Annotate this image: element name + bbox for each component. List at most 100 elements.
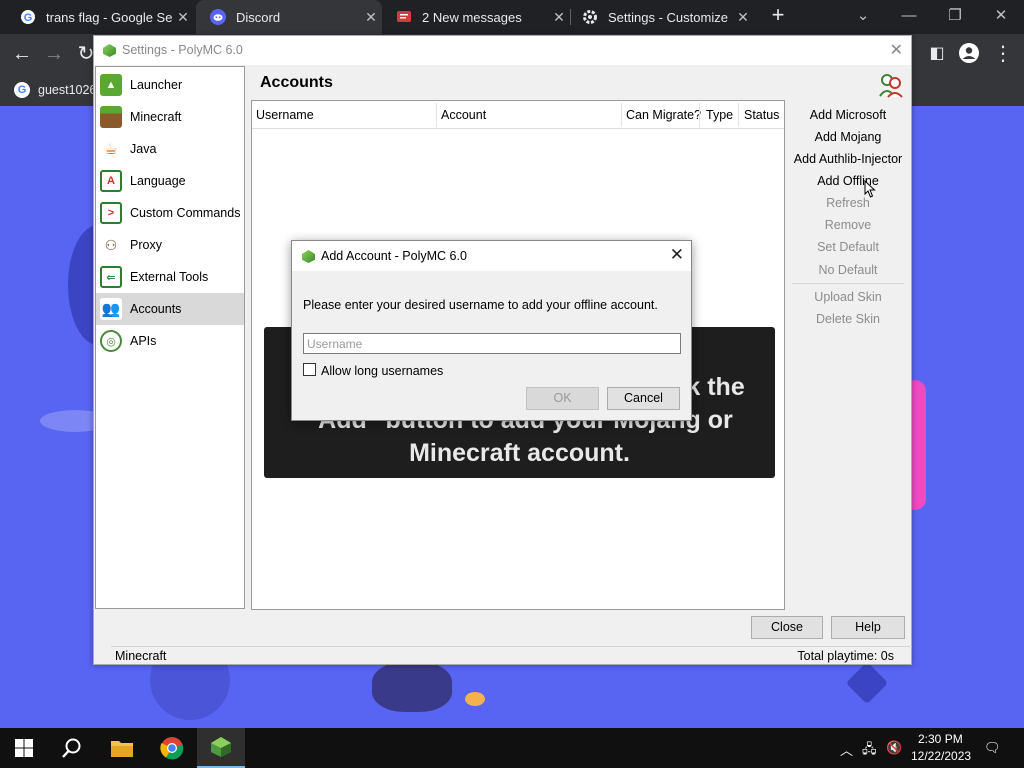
close-icon[interactable]: ✕: [172, 9, 194, 26]
set-default-button[interactable]: Set Default: [788, 237, 908, 257]
sidebar-item-language[interactable]: A Language: [96, 165, 244, 197]
column-divider: [738, 103, 739, 127]
sidebar-item-label: Proxy: [130, 238, 162, 252]
chrome-icon[interactable]: [148, 728, 196, 768]
close-icon[interactable]: ✕: [548, 9, 570, 26]
clock-time[interactable]: 2:30 PM: [918, 732, 963, 746]
tab-google[interactable]: G trans flag - Google Sea ✕: [6, 0, 194, 34]
username-input[interactable]: [303, 333, 681, 354]
allow-long-usernames-checkbox[interactable]: [303, 363, 316, 376]
close-icon[interactable]: ✕: [360, 9, 382, 26]
minimize-icon[interactable]: —: [886, 0, 932, 34]
dialog-message: Please enter your desired username to ad…: [303, 298, 658, 312]
new-tab-button[interactable]: +: [766, 4, 790, 28]
window-title: Settings - PolyMC 6.0: [122, 43, 243, 57]
profile-avatar-icon[interactable]: [956, 42, 982, 68]
terminal-icon: >: [100, 202, 122, 224]
minecraft-icon: [100, 106, 122, 128]
add-authlib-injector-button[interactable]: Add Authlib-Injector: [788, 149, 908, 169]
java-icon: ☕: [100, 138, 122, 160]
browser-tab-strip: G trans flag - Google Sea ✕ Discord ✕ 2 …: [0, 0, 1024, 34]
svg-text:G: G: [24, 12, 33, 24]
remove-button[interactable]: Remove: [788, 215, 908, 235]
polymc-icon: [302, 250, 315, 263]
divider: [792, 283, 904, 284]
back-arrow-icon[interactable]: ←: [9, 42, 35, 68]
add-mojang-button[interactable]: Add Mojang: [788, 127, 908, 147]
forward-arrow-icon[interactable]: →: [41, 42, 67, 68]
add-offline-button[interactable]: Add Offline: [788, 171, 908, 191]
tab-settings[interactable]: Settings - Customize p ✕: [568, 0, 754, 34]
column-divider: [436, 103, 437, 127]
upload-skin-button[interactable]: Upload Skin: [788, 287, 908, 307]
column-header[interactable]: Can Migrate?: [626, 108, 701, 122]
tab-search-chevron-icon[interactable]: ⌄: [840, 0, 886, 34]
file-explorer-icon[interactable]: [98, 728, 146, 768]
status-bar: Minecraft Total playtime: 0s: [111, 646, 912, 665]
sidebar-item-label: Minecraft: [130, 110, 182, 124]
sidebar-item-label: Custom Commands: [130, 206, 241, 220]
column-header[interactable]: Username: [256, 108, 314, 122]
tab-messages[interactable]: 2 New messages ✕: [382, 0, 570, 34]
show-hidden-icons-chevron-icon[interactable]: ︿: [840, 740, 853, 759]
accounts-icon: 👥: [100, 298, 122, 320]
sidebar-item-accounts[interactable]: 👥 Accounts: [96, 293, 244, 325]
background-blob: [465, 692, 485, 706]
tab-title: trans flag - Google Sea: [46, 9, 172, 25]
ok-button[interactable]: OK: [526, 387, 599, 410]
sidebar-item-java[interactable]: ☕ Java: [96, 133, 244, 165]
dialog-title: Add Account - PolyMC 6.0: [321, 249, 467, 263]
network-icon[interactable]: 🖧: [862, 740, 877, 762]
sidebar-item-launcher[interactable]: ▲ Launcher: [96, 69, 244, 101]
column-header[interactable]: Type: [706, 108, 733, 122]
menu-dots-icon[interactable]: ⋮: [990, 42, 1016, 68]
delete-skin-button[interactable]: Delete Skin: [788, 309, 908, 329]
proxy-icon: ⚇: [100, 234, 122, 256]
notifications-icon[interactable]: 🗨: [984, 740, 1001, 756]
refresh-button[interactable]: Refresh: [788, 193, 908, 213]
sidebar-item-minecraft[interactable]: Minecraft: [96, 101, 244, 133]
sidebar-item-label: External Tools: [130, 270, 209, 284]
sidebar-item-apis[interactable]: ◎ APIs: [96, 325, 244, 357]
page-title: Accounts: [260, 74, 333, 91]
close-icon[interactable]: ✕: [732, 9, 754, 26]
close-icon[interactable]: ✕: [670, 245, 684, 265]
status-playtime: Total playtime: 0s: [797, 649, 894, 663]
no-default-button[interactable]: No Default: [788, 260, 908, 280]
polymc-icon: [103, 44, 116, 57]
messages-icon: [396, 9, 412, 25]
window-close-icon[interactable]: ✕: [978, 0, 1024, 34]
clock-date[interactable]: 12/22/2023: [911, 749, 971, 763]
gear-icon: [582, 9, 598, 25]
allow-long-usernames-label[interactable]: Allow long usernames: [321, 364, 443, 378]
bookmark-item[interactable]: guest1026: [38, 83, 96, 97]
side-panel-icon[interactable]: ◧: [924, 42, 950, 68]
windows-start-icon[interactable]: [0, 728, 48, 768]
dialog-titlebar[interactable]: Add Account - PolyMC 6.0 ✕: [292, 241, 691, 271]
polymc-icon[interactable]: [197, 728, 245, 768]
close-button[interactable]: Close: [751, 616, 823, 639]
sidebar-item-custom-commands[interactable]: > Custom Commands: [96, 197, 244, 229]
tab-discord[interactable]: Discord ✕: [196, 0, 382, 34]
sidebar-item-proxy[interactable]: ⚇ Proxy: [96, 229, 244, 261]
settings-sidebar: ▲ Launcher Minecraft ☕ Java A Language >…: [95, 66, 245, 609]
sidebar-item-label: Launcher: [130, 78, 183, 92]
settings-titlebar[interactable]: Settings - PolyMC 6.0 ✕: [94, 36, 911, 65]
column-header[interactable]: Account: [441, 108, 486, 122]
table-header: Username Account Can Migrate? Type Statu…: [252, 101, 784, 129]
add-microsoft-button[interactable]: Add Microsoft: [788, 105, 908, 125]
restore-icon[interactable]: ❐: [932, 0, 978, 34]
help-button[interactable]: Help: [831, 616, 905, 639]
close-icon[interactable]: ✕: [890, 40, 903, 60]
column-divider: [621, 103, 622, 127]
sidebar-item-external-tools[interactable]: ⇐ External Tools: [96, 261, 244, 293]
tab-title: Discord: [236, 9, 281, 25]
background-star: [845, 661, 889, 705]
column-header[interactable]: Status: [744, 108, 779, 122]
status-instance: Minecraft: [115, 649, 167, 663]
search-icon[interactable]: [48, 728, 96, 768]
background-blob: [372, 662, 452, 712]
api-icon: ◎: [100, 330, 122, 352]
cancel-button[interactable]: Cancel: [607, 387, 680, 410]
volume-muted-icon[interactable]: 🔇: [886, 740, 902, 756]
